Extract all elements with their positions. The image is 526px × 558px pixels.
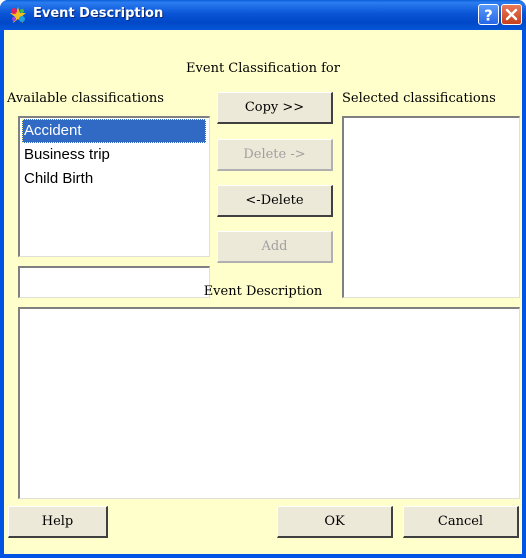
cancel-button[interactable]: Cancel — [403, 506, 519, 538]
question-mark-icon: ? — [484, 7, 493, 25]
available-classifications-list[interactable]: Accident Business trip Child Birth — [18, 116, 210, 257]
list-item-accident[interactable]: Accident — [22, 119, 206, 143]
add-button[interactable]: Add — [217, 231, 333, 263]
close-button[interactable] — [501, 4, 522, 25]
help-button[interactable]: Help — [8, 506, 108, 538]
copy-button[interactable]: Copy >> — [217, 92, 333, 124]
list-item-business-trip[interactable]: Business trip — [22, 143, 206, 167]
selected-classifications-list[interactable] — [342, 116, 520, 298]
list-item-child-birth[interactable]: Child Birth — [22, 167, 206, 191]
event-description-label: Event Description — [203, 284, 323, 299]
delete-left-button-label: <-Delete — [245, 193, 304, 208]
delete-left-button[interactable]: <-Delete — [217, 185, 333, 217]
app-icon — [10, 7, 26, 23]
available-classifications-label: Available classifications — [7, 91, 164, 106]
window-title: Event Description — [33, 6, 164, 21]
delete-right-button[interactable]: Delete -> — [217, 139, 333, 171]
help-title-button[interactable]: ? — [478, 4, 499, 25]
classification-for-label: Event Classification for — [186, 61, 340, 76]
copy-button-label: Copy >> — [244, 100, 305, 115]
ok-button[interactable]: OK — [277, 506, 393, 538]
help-button-label: Help — [41, 514, 74, 529]
ok-button-label: OK — [324, 514, 345, 529]
dialog-client-area: Event Classification for Available class… — [4, 30, 522, 554]
add-button-label: Add — [261, 239, 288, 254]
delete-right-button-label: Delete -> — [243, 147, 306, 162]
selected-classifications-label: Selected classifications — [342, 91, 496, 106]
close-icon — [505, 8, 518, 21]
svg-text:?: ? — [484, 7, 493, 25]
event-description-window: Event Description ? Event Classification… — [0, 0, 526, 558]
event-description-textarea[interactable] — [18, 307, 520, 499]
cancel-button-label: Cancel — [437, 514, 484, 529]
title-bar[interactable]: Event Description ? — [0, 0, 526, 30]
